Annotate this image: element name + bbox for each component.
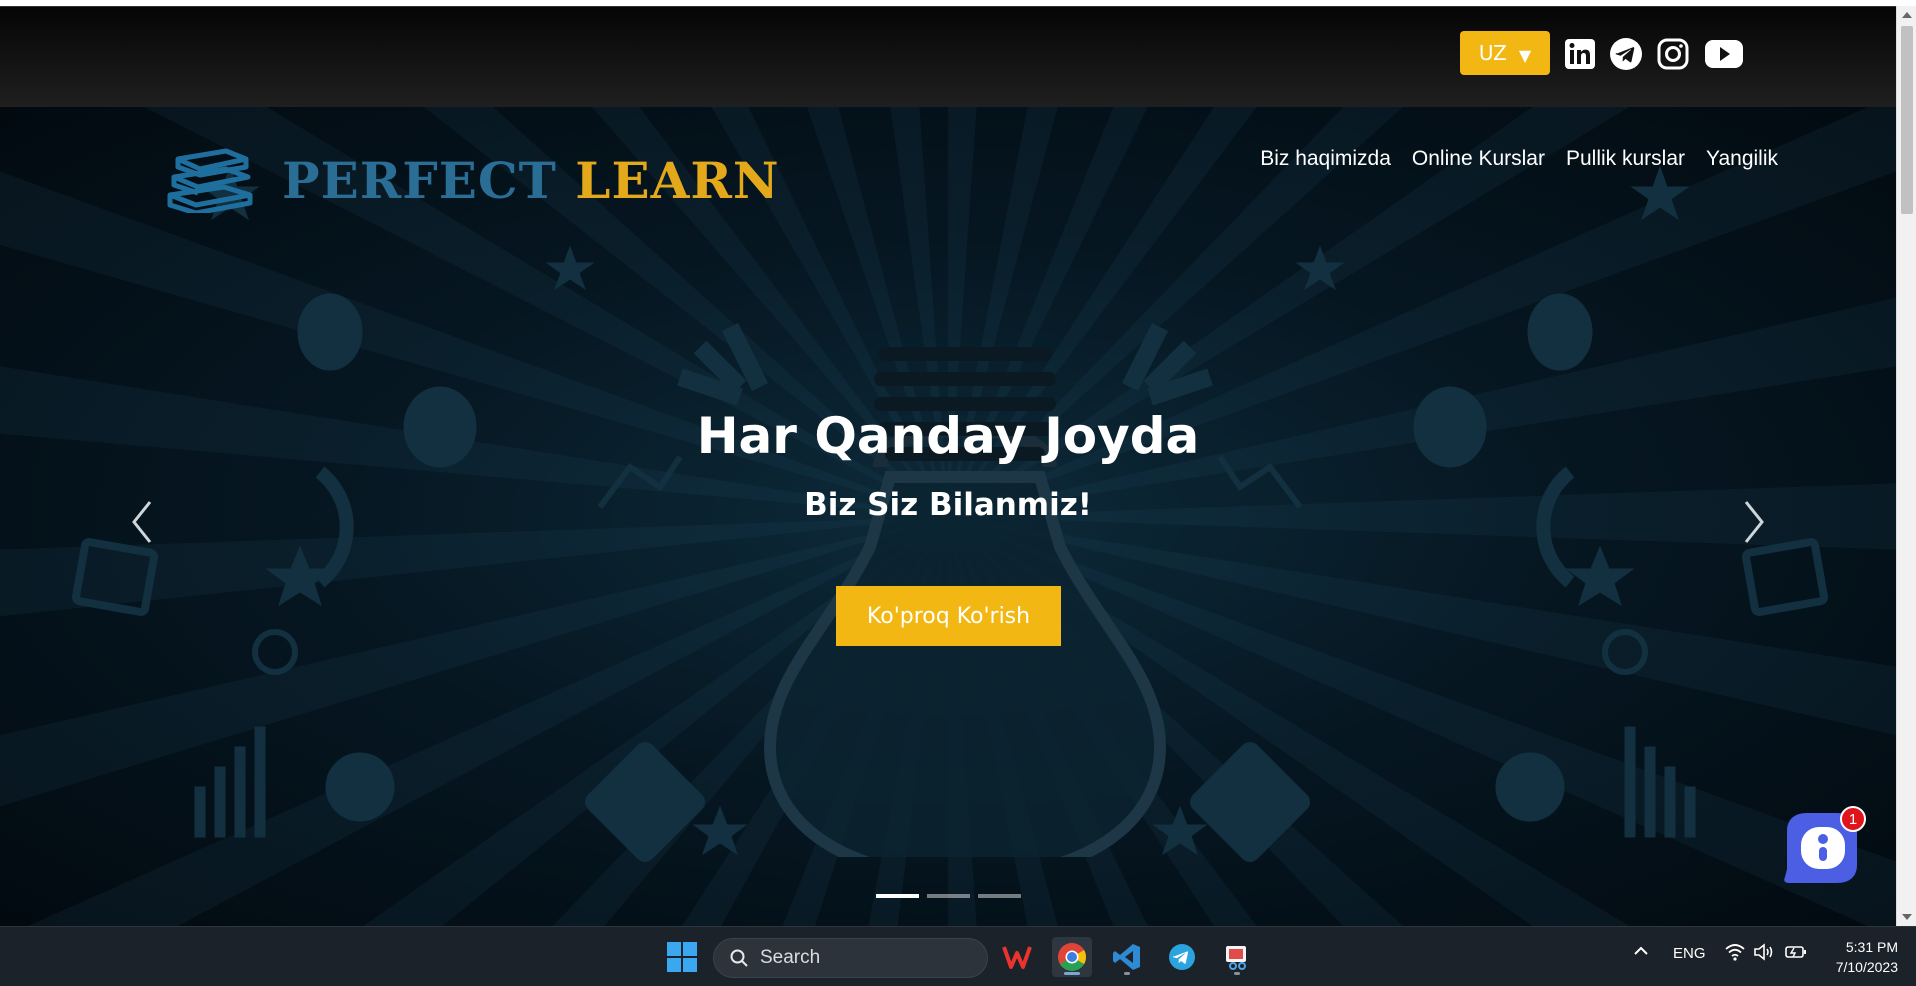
chevron-up-icon[interactable] xyxy=(1633,941,1649,965)
windows-start-icon[interactable] xyxy=(662,937,702,977)
wifi-icon[interactable] xyxy=(1725,943,1745,965)
chevron-left-icon xyxy=(132,501,152,543)
top-bar: UZ ▼ xyxy=(0,6,1896,107)
telegram-icon[interactable] xyxy=(1609,37,1643,71)
more-button[interactable]: Ko'proq Ko'rish xyxy=(836,586,1061,646)
taskbar-clock[interactable]: 5:31 PM 7/10/2023 xyxy=(1836,937,1898,977)
carousel-indicator-3[interactable] xyxy=(978,894,1021,898)
scroll-down-arrow-icon[interactable] xyxy=(1902,914,1912,920)
books-stack-icon xyxy=(167,148,253,213)
windows-taskbar: Search ENG 5:31 PM 7/10/2023 xyxy=(0,926,1916,986)
running-app-indicator xyxy=(1234,972,1240,975)
hero-title: Har Qanday Joyda xyxy=(696,407,1200,465)
carousel-prev-arrow[interactable] xyxy=(122,492,162,552)
nav-yangilik[interactable]: Yangilik xyxy=(1706,147,1778,171)
active-app-indicator xyxy=(1064,972,1080,975)
scroll-up-arrow-icon[interactable] xyxy=(1902,12,1912,18)
nav-biz-haqimizda[interactable]: Biz haqimizda xyxy=(1260,147,1391,171)
nav-pullik-kurslar[interactable]: Pullik kurslar xyxy=(1566,147,1685,171)
battery-icon[interactable] xyxy=(1785,944,1807,964)
taskbar-search-label: Search xyxy=(760,947,821,968)
logo-text-learn: LEARN xyxy=(575,150,780,210)
hero-subtitle: Biz Siz Bilanmiz! xyxy=(804,487,1092,523)
search-icon xyxy=(730,949,748,967)
keyboard-language[interactable]: ENG xyxy=(1673,945,1706,962)
chat-notification-badge: 1 xyxy=(1840,806,1866,832)
scrollbar-thumb[interactable] xyxy=(1901,26,1913,214)
telegram-app-icon[interactable] xyxy=(1162,937,1202,977)
youtube-icon[interactable] xyxy=(1704,37,1744,71)
wps-office-icon[interactable] xyxy=(997,937,1037,977)
hero-carousel: PERFECT LEARN Biz haqimizda Online Kursl… xyxy=(0,107,1896,926)
vscode-icon[interactable] xyxy=(1107,937,1147,977)
carousel-next-arrow[interactable] xyxy=(1734,492,1774,552)
lightbulb-illustration xyxy=(763,347,1167,857)
running-app-indicator xyxy=(1124,972,1130,975)
carousel-indicators xyxy=(876,894,1021,898)
language-dropdown[interactable]: UZ ▼ xyxy=(1460,31,1550,75)
linkedin-icon[interactable] xyxy=(1563,37,1597,71)
chrome-icon[interactable] xyxy=(1052,937,1092,977)
clock-date: 7/10/2023 xyxy=(1835,959,1898,975)
clock-time: 5:31 PM xyxy=(1845,939,1898,955)
browser-page: UZ ▼ PERFECT LEARN Biz haqimizda Online … xyxy=(0,0,1916,926)
carousel-indicator-1[interactable] xyxy=(876,894,919,898)
page-scrollbar[interactable] xyxy=(1896,6,1916,926)
instagram-icon[interactable] xyxy=(1656,37,1690,71)
taskbar-search-box[interactable]: Search xyxy=(713,938,988,978)
volume-icon[interactable] xyxy=(1753,943,1775,965)
site-logo[interactable]: PERFECT LEARN xyxy=(164,147,780,213)
carousel-indicator-2[interactable] xyxy=(927,894,970,898)
main-nav: Biz haqimizda Online Kurslar Pullik kurs… xyxy=(1260,147,1778,171)
chevron-right-icon xyxy=(1744,501,1764,543)
language-label: UZ xyxy=(1478,41,1507,65)
caret-down-icon: ▼ xyxy=(1518,45,1532,65)
nav-online-kurslar[interactable]: Online Kurslar xyxy=(1412,147,1545,171)
logo-text-perfect: PERFECT xyxy=(282,150,557,210)
snipping-tool-icon[interactable] xyxy=(1217,937,1257,977)
